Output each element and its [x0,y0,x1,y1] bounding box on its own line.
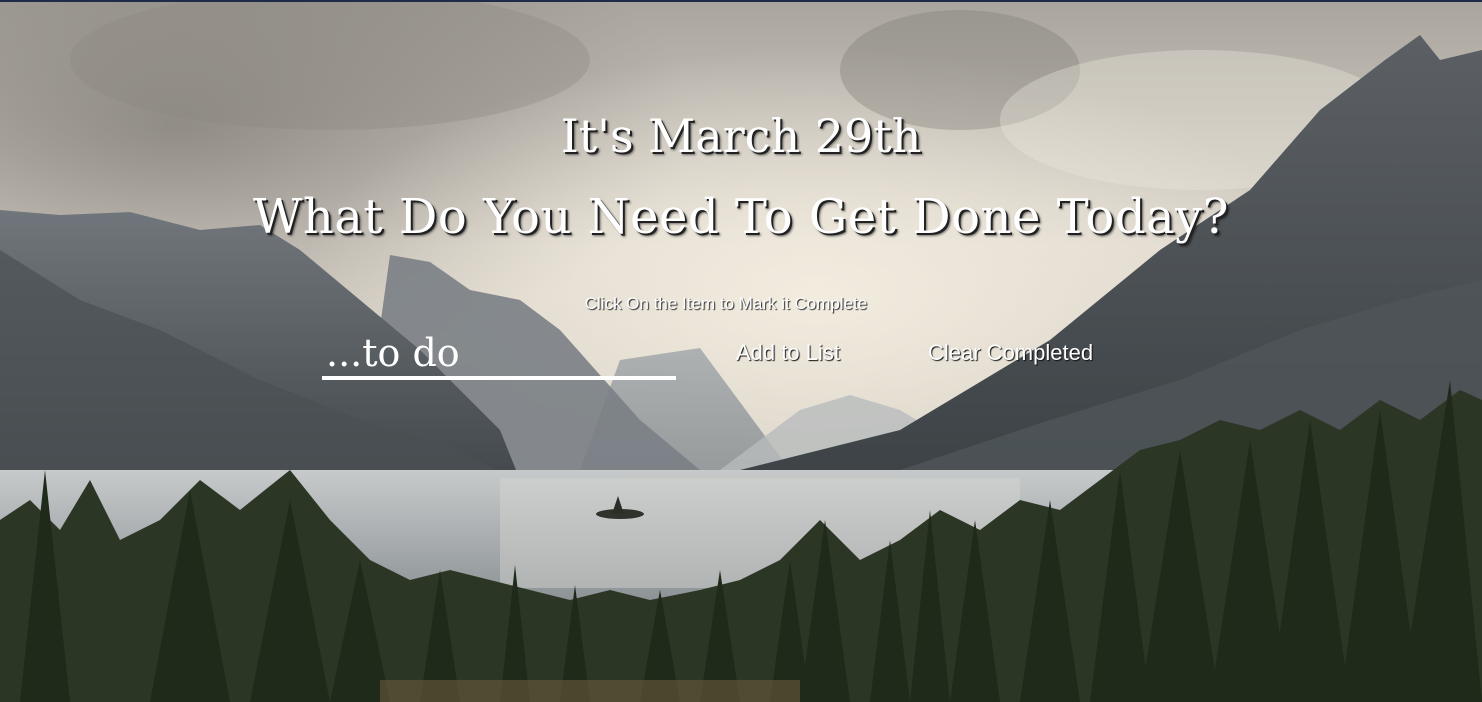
top-border [0,0,1482,2]
date-heading: It's March 29th [560,109,922,163]
question-heading: What Do You Need To Get Done Today? [252,189,1230,245]
content-overlay: It's March 29th What Do You Need To Get … [0,0,1482,702]
todo-input[interactable] [322,330,676,380]
clear-completed-button[interactable]: Clear Completed [928,338,1093,368]
instructions-text: Click On the Item to Mark it Complete [584,294,868,313]
todo-app-page: It's March 29th What Do You Need To Get … [0,0,1482,702]
add-to-list-button[interactable]: Add to List [736,338,840,368]
